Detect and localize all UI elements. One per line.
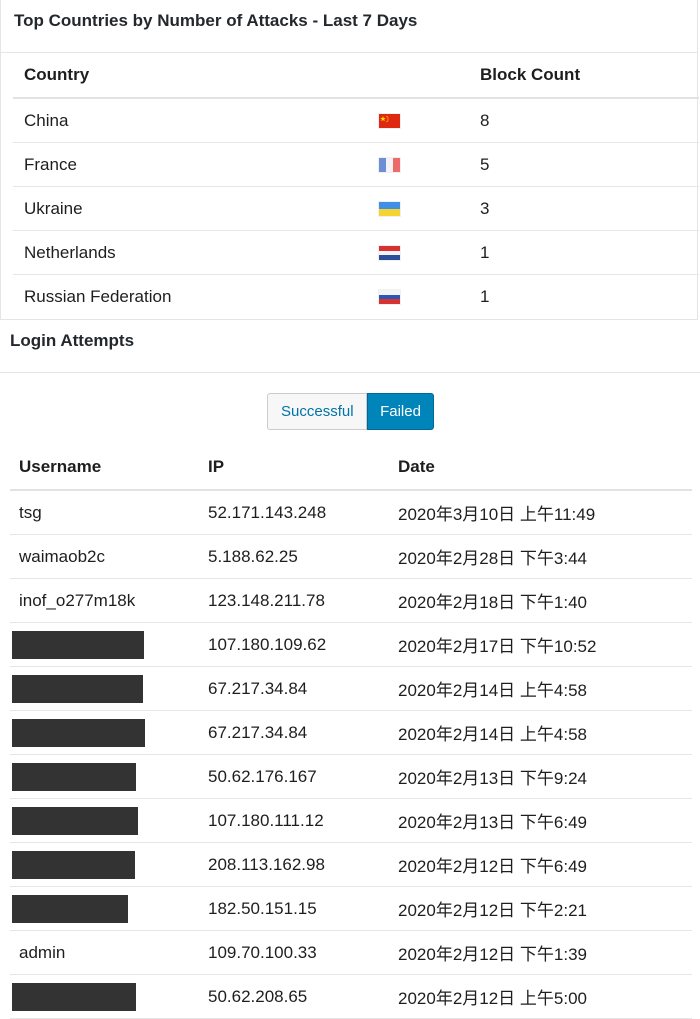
country-name: Ukraine xyxy=(13,186,368,231)
block-count: 5 xyxy=(469,142,699,187)
username-cell xyxy=(10,798,199,843)
username-cell: waimaob2c xyxy=(10,534,199,579)
column-header-block-count: Block Count xyxy=(469,53,699,99)
table-row: 208.113.162.98 2020年2月12日 下午6:49 xyxy=(10,842,692,887)
date-cell: 2020年3月10日 上午11:49 xyxy=(389,490,692,535)
country-name: France xyxy=(13,142,368,187)
block-count: 3 xyxy=(469,186,699,231)
ip-cell: 67.217.34.84 xyxy=(199,710,389,755)
date-cell: 2020年2月18日 下午1:40 xyxy=(389,578,692,623)
ip-cell: 5.188.62.25 xyxy=(199,534,389,579)
block-count: 1 xyxy=(480,286,490,306)
block-count: 1 xyxy=(469,230,699,275)
table-row: waimaob2c 5.188.62.25 2020年2月28日 下午3:44 xyxy=(10,534,692,579)
table-row: 50.62.208.65 2020年2月12日 上午5:00 xyxy=(10,974,692,1019)
column-header-country: Country xyxy=(13,53,368,99)
ip-cell: 107.180.109.62 xyxy=(199,622,389,667)
table-header-row: Username IP Date xyxy=(10,445,692,491)
cn-flag-icon xyxy=(379,114,400,129)
date-cell: 2020年2月12日 下午1:39 xyxy=(389,930,692,975)
table-row: 67.217.34.84 2020年2月14日 上午4:58 xyxy=(10,710,692,755)
table-row: tsg 52.171.143.248 2020年3月10日 上午11:49 xyxy=(10,490,692,535)
date-cell: 2020年2月14日 上午4:58 xyxy=(389,666,692,711)
date-cell: 2020年2月12日 下午6:49 xyxy=(389,842,692,887)
username-cell xyxy=(10,754,199,799)
ip-cell: 109.70.100.33 xyxy=(199,930,389,975)
username-cell: tsg xyxy=(10,490,199,535)
ip-cell: 182.50.151.15 xyxy=(199,886,389,931)
date-cell: 2020年2月14日 上午4:58 xyxy=(389,710,692,755)
date-cell: 2020年2月12日 下午2:21 xyxy=(389,886,692,931)
ip-cell: 50.62.208.65 xyxy=(199,974,389,1019)
username-cell: inof_o277m18k xyxy=(10,578,199,623)
ru-flag-icon xyxy=(379,290,400,305)
successful-toggle-button[interactable]: Successful xyxy=(267,393,367,430)
date-cell: 2020年2月17日 下午10:52 xyxy=(389,622,692,667)
redacted-username xyxy=(12,894,128,923)
redacted-username xyxy=(12,674,143,703)
username-cell xyxy=(10,974,199,1019)
table-row: China 8 xyxy=(13,98,699,143)
login-attempts-table: Username IP Date tsg 52.171.143.248 2020… xyxy=(10,445,692,1019)
login-status-toggle: Successful Failed xyxy=(267,393,434,430)
date-cell: 2020年2月12日 上午5:00 xyxy=(389,974,692,1019)
fr-flag-icon xyxy=(379,158,400,173)
table-row: France 5 xyxy=(13,142,699,187)
column-header-username: Username xyxy=(10,445,199,491)
redacted-username xyxy=(12,630,144,659)
table-row: Russian Federation 1 xyxy=(13,275,699,319)
table-row: 182.50.151.15 2020年2月12日 下午2:21 xyxy=(10,886,692,931)
ip-cell: 107.180.111.12 xyxy=(199,798,389,843)
country-name: China xyxy=(13,98,368,143)
countries-table: Country Block Count China 8 France 5 Ukr… xyxy=(13,53,699,318)
redacted-username xyxy=(12,718,145,747)
block-count: 8 xyxy=(469,98,699,143)
column-header-ip: IP xyxy=(199,445,389,491)
username-cell xyxy=(10,622,199,667)
username-cell: admin xyxy=(10,930,199,975)
table-header-row: Country Block Count xyxy=(13,53,699,99)
table-row: admin 109.70.100.33 2020年2月12日 下午1:39 xyxy=(10,930,692,975)
ip-cell: 52.171.143.248 xyxy=(199,490,389,535)
username-cell xyxy=(10,886,199,931)
table-row: Netherlands 1 xyxy=(13,230,699,275)
table-row: 67.217.34.84 2020年2月14日 上午4:58 xyxy=(10,666,692,711)
redacted-username xyxy=(12,806,138,835)
date-cell: 2020年2月13日 下午6:49 xyxy=(389,798,692,843)
table-row: 107.180.111.12 2020年2月13日 下午6:49 xyxy=(10,798,692,843)
ip-cell: 67.217.34.84 xyxy=(199,666,389,711)
column-header-flag xyxy=(368,53,469,99)
redacted-username xyxy=(12,762,136,791)
column-header-date: Date xyxy=(389,445,692,491)
country-name: Netherlands xyxy=(13,230,368,275)
login-attempts-title: Login Attempts xyxy=(10,331,135,350)
nl-flag-icon xyxy=(379,246,400,261)
divider xyxy=(0,372,700,373)
table-row: 50.62.176.167 2020年2月13日 下午9:24 xyxy=(10,754,692,799)
country-name: Russian Federation xyxy=(24,286,172,306)
date-cell: 2020年2月13日 下午9:24 xyxy=(389,754,692,799)
table-row: 107.180.109.62 2020年2月17日 下午10:52 xyxy=(10,622,692,667)
redacted-username xyxy=(12,982,136,1011)
ip-cell: 208.113.162.98 xyxy=(199,842,389,887)
username-cell xyxy=(10,710,199,755)
ip-cell: 50.62.176.167 xyxy=(199,754,389,799)
username-cell xyxy=(10,842,199,887)
date-cell: 2020年2月28日 下午3:44 xyxy=(389,534,692,579)
top-countries-title: Top Countries by Number of Attacks - Las… xyxy=(14,11,418,30)
failed-toggle-button[interactable]: Failed xyxy=(367,393,434,430)
redacted-username xyxy=(12,850,135,879)
ip-cell: 123.148.211.78 xyxy=(199,578,389,623)
table-row: inof_o277m18k 123.148.211.78 2020年2月18日 … xyxy=(10,578,692,623)
ua-flag-icon xyxy=(379,202,400,217)
top-countries-panel: Top Countries by Number of Attacks - Las… xyxy=(0,0,699,320)
table-row: Ukraine 3 xyxy=(13,186,699,231)
username-cell xyxy=(10,666,199,711)
